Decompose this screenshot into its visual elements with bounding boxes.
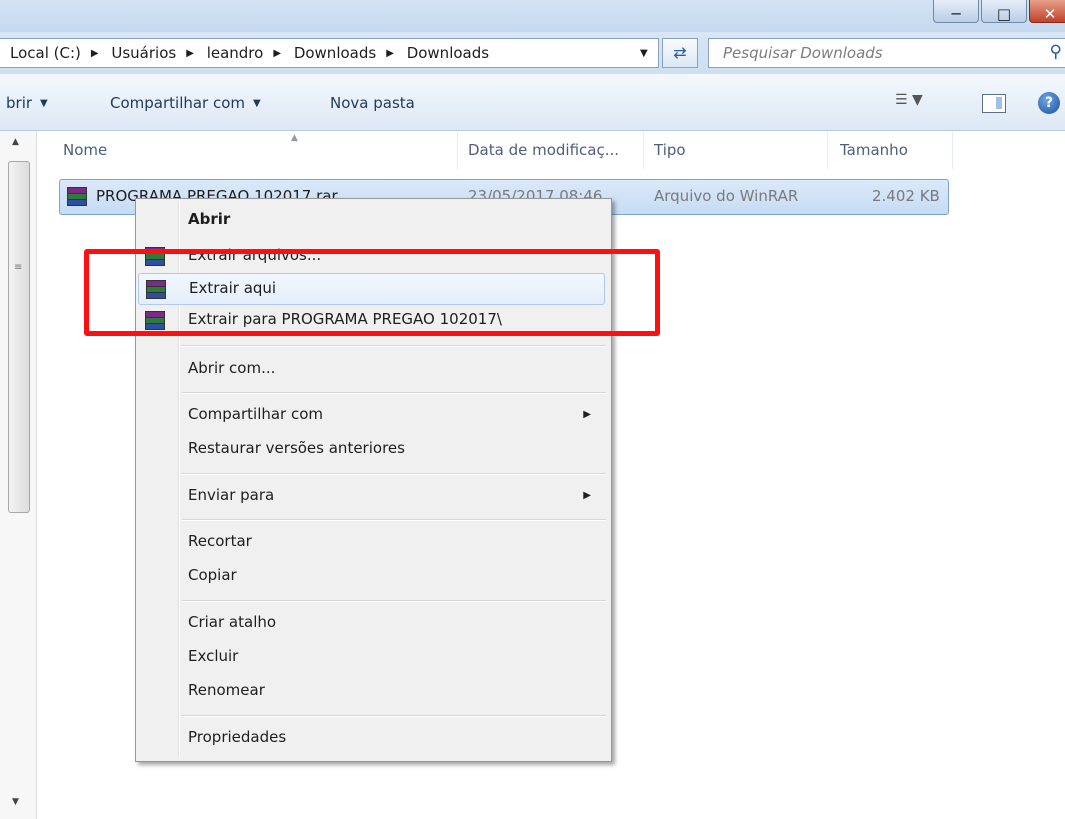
breadcrumb-user[interactable]: leandro: [207, 44, 264, 62]
maximize-button[interactable]: □: [981, 0, 1027, 23]
address-bar[interactable]: Local (C:) ▶ Usuários ▶ leandro ▶ Downloads…: [0, 38, 659, 68]
refresh-button[interactable]: ⇄: [662, 38, 698, 68]
chevron-right-icon[interactable]: ▶: [91, 48, 99, 59]
scroll-down-icon[interactable]: ▼: [12, 797, 19, 807]
new-folder-button[interactable]: Nova pasta: [330, 94, 415, 112]
preview-pane-icon[interactable]: [982, 94, 1006, 113]
navigation-pane: ▲ ≡ ▼: [0, 131, 37, 819]
menu-item-restore-versions[interactable]: Restaurar versões anteriores: [138, 434, 607, 464]
maximize-icon: □: [996, 5, 1012, 23]
close-icon: ✕: [1043, 5, 1057, 23]
menu-item-rename[interactable]: Renomear: [138, 676, 607, 706]
minimize-icon: ─: [951, 5, 961, 23]
menu-item-label: Copiar: [188, 566, 237, 584]
file-type: Arquivo do WinRAR: [654, 187, 799, 205]
menu-item-create-shortcut[interactable]: Criar atalho: [138, 608, 607, 638]
column-header-size[interactable]: Tamanho: [840, 141, 908, 159]
menu-item-delete[interactable]: Excluir: [138, 642, 607, 672]
menu-item-label: Renomear: [188, 681, 265, 699]
address-dropdown-icon[interactable]: ▼: [640, 48, 648, 59]
menu-item-label: Restaurar versões anteriores: [188, 439, 405, 457]
help-icon[interactable]: ?: [1038, 92, 1060, 114]
menu-separator: [182, 345, 606, 347]
menu-item-label: Recortar: [188, 532, 252, 550]
chevron-down-icon: ▼: [40, 98, 48, 109]
submenu-arrow-icon: ▶: [583, 490, 591, 501]
winrar-icon: [66, 187, 87, 206]
menu-item-label: Compartilhar com: [188, 405, 324, 423]
menu-item-label: Abrir com...: [188, 359, 276, 377]
menu-item-cut[interactable]: Recortar: [138, 527, 607, 557]
breadcrumb: Local (C:) ▶ Usuários ▶ leandro ▶ Downloads…: [10, 44, 495, 62]
menu-item-open-with[interactable]: Abrir com...: [138, 354, 607, 384]
chevron-right-icon[interactable]: ▶: [186, 48, 194, 59]
refresh-icon: ⇄: [673, 43, 687, 62]
open-button[interactable]: brir ▼: [6, 94, 48, 112]
column-divider[interactable]: [952, 131, 953, 169]
column-headers: ▲ Nome Data de modificaç... Tipo Tamanho: [37, 131, 1065, 171]
menu-separator: [182, 392, 606, 394]
menu-separator: [182, 600, 606, 602]
command-toolbar: brir ▼ Compartilhar com ▼ Nova pasta ☰ ▼ ?: [0, 74, 1065, 131]
menu-item-label: Propriedades: [188, 728, 287, 746]
column-divider[interactable]: [457, 131, 458, 169]
chevron-down-icon: ▼: [253, 98, 261, 109]
menu-item-label: Abrir: [188, 210, 231, 228]
scroll-up-icon[interactable]: ▲: [12, 137, 19, 147]
menu-item-label: Criar atalho: [188, 613, 277, 631]
menu-separator: [182, 473, 606, 475]
breadcrumb-drive[interactable]: Local (C:): [10, 44, 81, 62]
window-title-bar: ─ □ ✕: [0, 0, 1065, 32]
breadcrumb-downloads-sub[interactable]: Downloads: [407, 44, 489, 62]
minimize-button[interactable]: ─: [933, 0, 979, 23]
menu-item-copy[interactable]: Copiar: [138, 561, 607, 591]
file-size: 2.402 KB: [872, 187, 940, 205]
submenu-arrow-icon: ▶: [583, 409, 591, 420]
address-row: Local (C:) ▶ Usuários ▶ leandro ▶ Downloads…: [0, 32, 1065, 74]
column-header-date[interactable]: Data de modificaç...: [468, 141, 619, 159]
menu-separator: [182, 519, 606, 521]
menu-item-send-to[interactable]: Enviar para ▶: [138, 481, 607, 511]
share-with-label: Compartilhar com: [110, 94, 246, 112]
highlight-annotation: [84, 249, 660, 336]
menu-item-label: Enviar para: [188, 486, 275, 504]
menu-item-label: Excluir: [188, 647, 239, 665]
view-options-icon[interactable]: ☰ ▼: [895, 92, 923, 108]
search-input[interactable]: Pesquisar Downloads ⚲: [708, 38, 1065, 68]
search-icon[interactable]: ⚲: [1050, 42, 1062, 62]
menu-item-properties[interactable]: Propriedades: [138, 723, 607, 753]
chevron-right-icon[interactable]: ▶: [386, 48, 394, 59]
grip-icon: ≡: [14, 262, 23, 273]
menu-separator: [182, 715, 606, 717]
chevron-right-icon[interactable]: ▶: [273, 48, 281, 59]
share-with-button[interactable]: Compartilhar com ▼: [110, 94, 261, 112]
menu-item-share-with[interactable]: Compartilhar com ▶: [138, 400, 607, 430]
search-placeholder: Pesquisar Downloads: [723, 44, 883, 62]
breadcrumb-users[interactable]: Usuários: [111, 44, 176, 62]
scrollbar-thumb[interactable]: ≡: [8, 161, 30, 513]
column-divider[interactable]: [827, 131, 828, 169]
column-header-type[interactable]: Tipo: [654, 141, 686, 159]
breadcrumb-downloads[interactable]: Downloads: [294, 44, 376, 62]
open-button-label: brir: [6, 94, 33, 112]
sort-ascending-icon: ▲: [291, 133, 298, 143]
menu-item-open[interactable]: Abrir: [138, 205, 607, 235]
column-divider[interactable]: [643, 131, 644, 169]
column-header-name[interactable]: Nome: [63, 141, 107, 159]
close-button[interactable]: ✕: [1029, 0, 1065, 23]
